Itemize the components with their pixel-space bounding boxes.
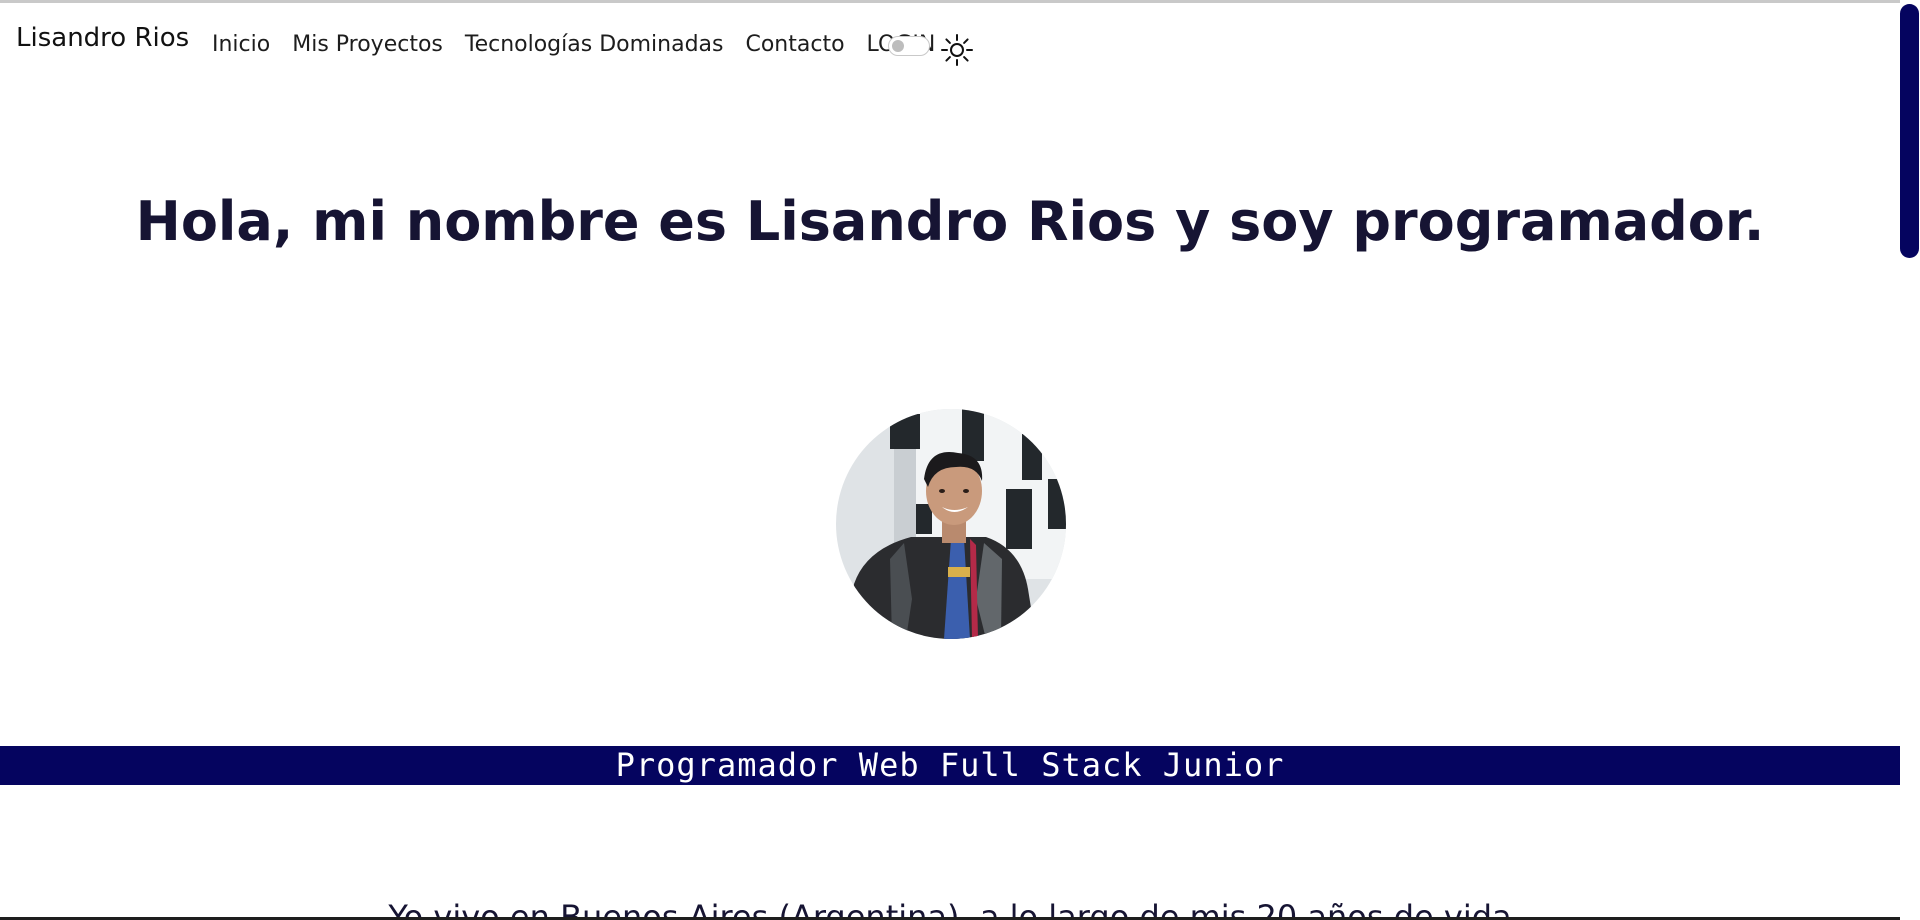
theme-toggle[interactable] (888, 36, 930, 56)
nav-link-contacto[interactable]: Contacto (745, 32, 844, 57)
scrollbar-thumb[interactable] (1900, 4, 1919, 258)
nav-link-inicio[interactable]: Inicio (212, 32, 270, 57)
nav-link-tecnologias[interactable]: Tecnologías Dominadas (465, 32, 724, 57)
hero-title: Hola, mi nombre es Lisandro Rios y soy p… (135, 190, 1765, 253)
navbar: Lisandro Rios Inicio Mis Proyectos Tecno… (0, 3, 1900, 87)
brand-link[interactable]: Lisandro Rios (16, 23, 189, 53)
nav-link-mis-proyectos[interactable]: Mis Proyectos (292, 32, 443, 57)
profile-avatar (836, 409, 1066, 639)
role-banner: Programador Web Full Stack Junior (0, 746, 1900, 785)
toggle-knob (892, 40, 904, 52)
profile-photo (836, 409, 1066, 639)
nav-links: Inicio Mis Proyectos Tecnologías Dominad… (212, 32, 935, 57)
sun-icon[interactable] (940, 33, 974, 67)
role-title: Programador Web Full Stack Junior (615, 746, 1285, 784)
